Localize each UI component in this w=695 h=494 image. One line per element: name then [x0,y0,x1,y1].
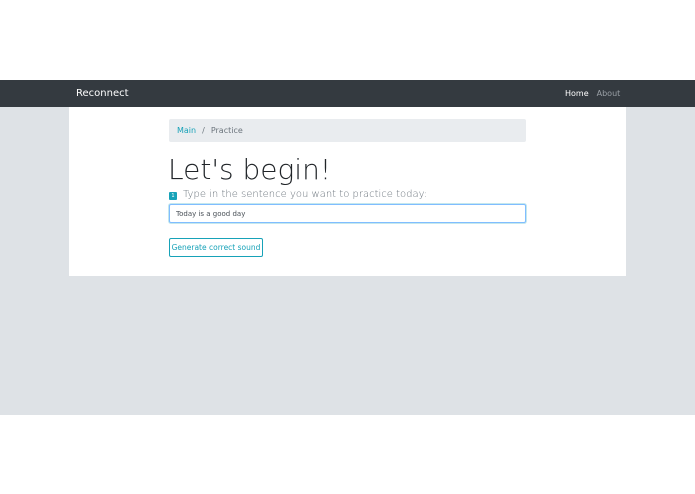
step-instruction-text: Type in the sentence you want to practic… [183,189,428,200]
generate-sound-button[interactable]: Generate correct sound [169,238,263,257]
brand-link[interactable]: Reconnect [76,87,129,100]
breadcrumb-main-link[interactable]: Main [177,126,196,136]
nav-about-link[interactable]: About [597,89,621,99]
content-card: Main / Practice Let's begin! 1 Type in t… [69,107,626,276]
nav-links: Home About [565,89,620,99]
breadcrumb: Main / Practice [169,119,526,142]
app-frame: Reconnect Home About Main / Practice Let… [0,80,695,415]
nav-home-link[interactable]: Home [565,89,589,99]
page-title: Let's begin! [168,153,332,186]
breadcrumb-separator: / [202,125,205,135]
sentence-input[interactable] [169,204,526,223]
navbar: Reconnect Home About [0,80,695,107]
step-number-badge: 1 [169,192,177,200]
breadcrumb-current: Practice [210,125,243,135]
step-instruction: 1 Type in the sentence you want to pract… [169,189,427,201]
